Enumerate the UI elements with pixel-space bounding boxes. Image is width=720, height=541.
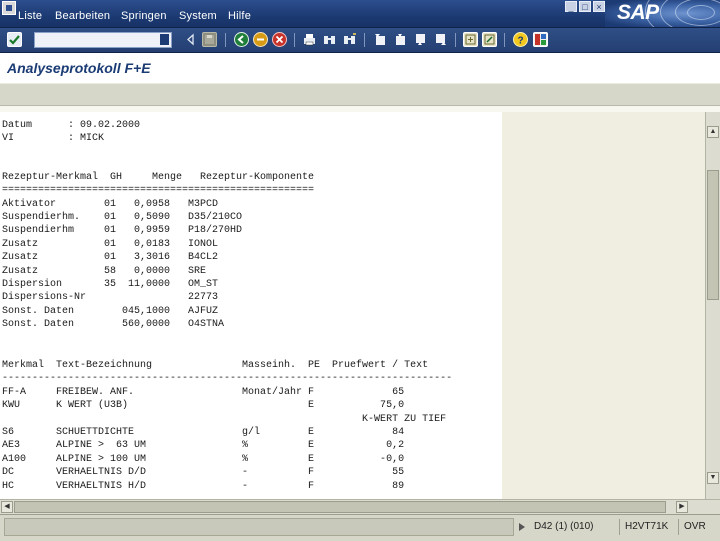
report-line: Rezeptur-Merkmal GH Menge Rezeptur-Kompo… [2, 172, 315, 183]
status-server: H2VT71K [625, 521, 669, 532]
report-line: Zusatz 01 0,0183 IONOL [2, 239, 219, 250]
command-field[interactable] [34, 32, 172, 48]
scroll-up-icon[interactable]: ▲ [707, 126, 719, 138]
close-icon[interactable]: × [593, 1, 605, 12]
report-line: Zusatz 01 3,3016 B4CL2 [2, 252, 219, 263]
standard-toolbar: ? [0, 28, 720, 53]
sap-logo-text: SAP [617, 1, 659, 24]
report-line: Suspendierhm. 01 0,5090 D35/210CO [2, 212, 243, 223]
title-bar: Analyseprotokoll F+E [0, 53, 720, 83]
report-line: ========================================… [2, 185, 315, 196]
report-line: A100 ALPINE > 100 UM % E -0,0 [2, 454, 405, 465]
status-toggle-icon[interactable] [517, 519, 527, 535]
scroll-left-icon[interactable]: ◀ [1, 501, 13, 513]
report-line: AE3 ALPINE > 63 UM % E 0,2 [2, 440, 405, 451]
status-bar: D42 (1) (010) H2VT71K OVR [0, 514, 720, 541]
report-line: KWU K WERT (U3B) E 75,0 [2, 400, 405, 411]
exit-icon[interactable] [253, 32, 268, 47]
minimize-icon[interactable]: _ [565, 1, 577, 12]
vertical-scroll-thumb[interactable] [707, 170, 719, 300]
report-line: Zusatz 58 0,0000 SRE [2, 266, 207, 277]
system-menu-icon[interactable] [2, 1, 16, 15]
menu-springen[interactable]: Springen [121, 10, 167, 22]
scroll-right-icon[interactable]: ▶ [676, 501, 688, 513]
status-mode: OVR [684, 521, 706, 532]
application-toolbar [0, 83, 720, 106]
page-title: Analyseprotokoll F+E [7, 60, 151, 76]
menu-bearbeiten[interactable]: Bearbeiten [55, 10, 110, 22]
help-icon[interactable]: ? [513, 32, 528, 47]
next-page-icon[interactable] [413, 32, 428, 47]
previous-page-icon[interactable] [393, 32, 408, 47]
print-icon[interactable] [302, 32, 317, 47]
horizontal-scroll-thumb[interactable] [14, 501, 666, 513]
report-line: DC VERHAELTNIS D/D - F 55 [2, 467, 405, 478]
report-line: Dispersion 35 11,0000 OM_ST [2, 279, 219, 290]
report-line: VI : MICK [2, 133, 105, 144]
find-next-icon[interactable] [342, 32, 357, 47]
create-session-icon[interactable] [463, 32, 478, 47]
report-line: Sonst. Daten 560,0000 O4STNA [2, 319, 225, 330]
scroll-down-icon[interactable]: ▼ [707, 472, 719, 484]
menu-hilfe[interactable]: Hilfe [228, 10, 251, 22]
report-line: HC VERHAELTNIS H/D - F 89 [2, 481, 405, 492]
report-line: Aktivator 01 0,0958 M3PCD [2, 199, 219, 210]
command-field-dropdown-icon[interactable] [160, 34, 169, 45]
shortcut-icon[interactable] [482, 32, 497, 47]
report-line: FF-A FREIBEW. ANF. Monat/Jahr F 65 [2, 387, 405, 398]
collapse-icon[interactable] [183, 32, 198, 47]
report-line: ----------------------------------------… [2, 373, 453, 384]
report-line: Dispersions-Nr 22773 [2, 292, 219, 303]
horizontal-scrollbar[interactable]: ◀ ▶ [0, 499, 720, 514]
vertical-scrollbar[interactable]: ▲ ▼ [705, 112, 720, 499]
menu-system[interactable]: System [179, 10, 217, 22]
report-line: Sonst. Daten 045,1000 AJFUZ [2, 306, 219, 317]
report-line: Suspendierhm 01 0,9959 P18/270HD [2, 225, 243, 236]
report-list: Datum : 09.02.2000 VI : MICK Rezeptur-Me… [0, 112, 705, 499]
last-page-icon[interactable] [433, 32, 448, 47]
menu-liste[interactable]: Liste [18, 10, 42, 22]
sap-logo: SAP [605, 0, 720, 27]
first-page-icon[interactable] [373, 32, 388, 47]
svg-text:?: ? [518, 36, 524, 47]
find-icon[interactable] [322, 32, 337, 47]
message-area [4, 518, 514, 536]
report-line: S6 SCHUETTDICHTE g/l E 84 [2, 427, 405, 438]
report-line: Datum : 09.02.2000 [2, 120, 141, 131]
enter-icon[interactable] [7, 32, 22, 47]
restore-icon[interactable]: □ [579, 1, 591, 12]
report-line: K-WERT ZU TIEF [2, 414, 447, 425]
layout-icon[interactable] [533, 32, 548, 47]
report-line: Merkmal Text-Bezeichnung Masseinh. PE Pr… [2, 360, 429, 371]
back-icon[interactable] [234, 32, 249, 47]
status-system: D42 (1) (010) [534, 521, 594, 532]
save-icon[interactable] [202, 32, 217, 47]
cancel-icon[interactable] [272, 32, 287, 47]
menu-bar: Liste Bearbeiten Springen System Hilfe _… [0, 0, 720, 28]
